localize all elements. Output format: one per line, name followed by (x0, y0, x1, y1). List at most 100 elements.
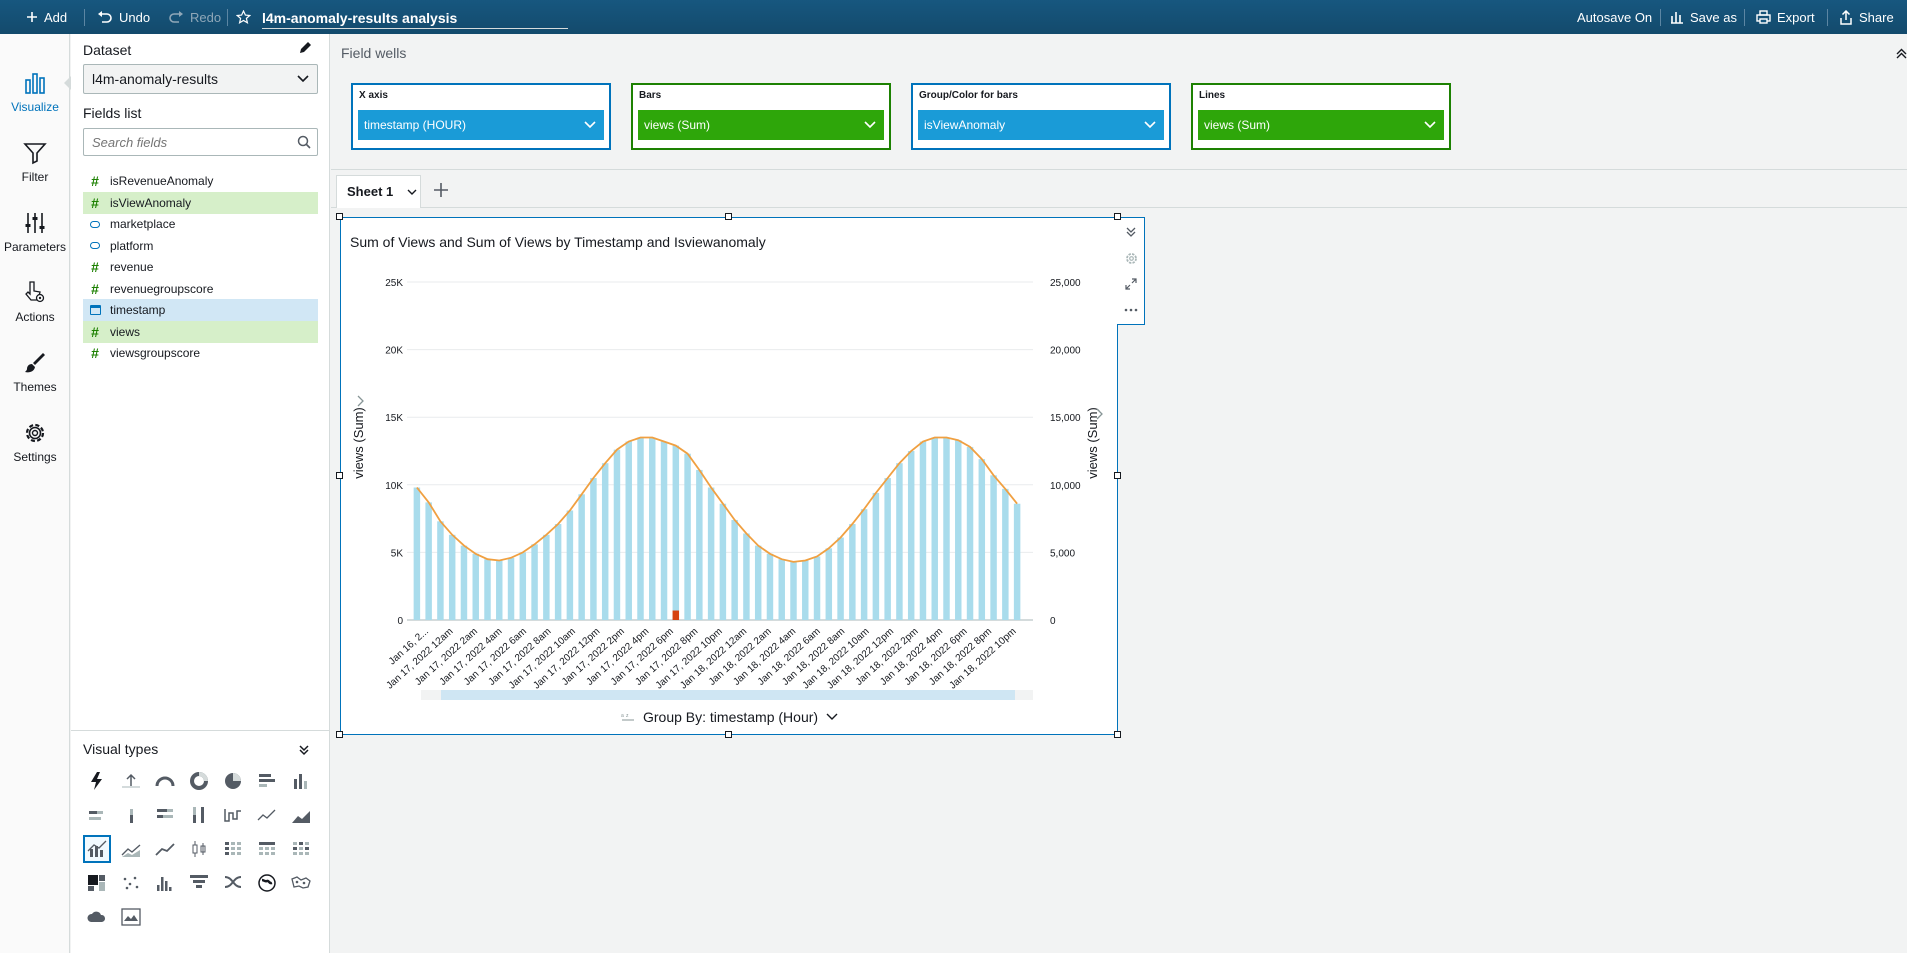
visual-type-waterfall[interactable] (219, 801, 247, 829)
field-well: Bars views (Sum) (631, 83, 891, 150)
collapse-visual-button[interactable] (1123, 224, 1139, 240)
visual-type-stacked-area[interactable] (151, 835, 179, 863)
visual-type-heat-map[interactable] (287, 835, 315, 863)
visual-type-sankey[interactable] (219, 869, 247, 897)
visual-type-pie[interactable] (219, 767, 247, 795)
field-well-pill[interactable]: views (Sum) (638, 110, 884, 140)
visual-type-line-area[interactable] (117, 835, 145, 863)
field-well-value: timestamp (HOUR) (364, 118, 467, 132)
visual-type-table[interactable] (253, 835, 281, 863)
nav-themes[interactable]: Themes (0, 334, 70, 394)
collapse-chevron-icon[interactable] (298, 744, 310, 756)
collapse-up-icon[interactable] (1896, 48, 1907, 59)
field-item[interactable]: # revenuegroupscore (83, 278, 318, 300)
visual-type-tree-map[interactable] (83, 869, 111, 897)
field-well-pill[interactable]: timestamp (HOUR) (358, 110, 604, 140)
resize-handle[interactable] (336, 731, 343, 738)
visual-type-histogram[interactable] (151, 869, 179, 897)
number-field-icon: # (91, 173, 99, 189)
visual-type-boxplot[interactable] (185, 835, 213, 863)
y-tick-label-left: 5K (391, 548, 404, 559)
visual-type-vertical-100-bar[interactable] (185, 801, 213, 829)
redo-button[interactable]: Redo (168, 0, 221, 34)
chart-bar (825, 548, 833, 620)
resize-handle[interactable] (336, 213, 343, 220)
analysis-name-input[interactable]: l4m-anomaly-results analysis (262, 7, 568, 29)
save-as-button[interactable]: Save as (1670, 0, 1737, 34)
field-item[interactable]: # isViewAnomaly (83, 191, 318, 214)
visual-type-funnel[interactable] (185, 869, 213, 897)
add-button[interactable]: Add (26, 0, 67, 34)
field-item[interactable]: # isRevenueAnomaly (83, 170, 318, 192)
field-label: timestamp (110, 303, 166, 317)
format-visual-button[interactable] (1123, 250, 1139, 266)
undo-button[interactable]: Undo (97, 0, 150, 34)
visual-type-horizontal-bar[interactable] (253, 767, 281, 795)
search-fields-input[interactable] (83, 128, 318, 156)
visual-type-donut[interactable] (185, 767, 213, 795)
group-by-control[interactable]: az Group By: timestamp (Hour) (621, 709, 838, 725)
visual-type-filled-map[interactable] (253, 869, 281, 897)
field-item[interactable]: # views (83, 320, 318, 343)
resize-handle[interactable] (725, 213, 732, 220)
pencil-icon[interactable] (298, 41, 312, 55)
visual-type-horizontal-100-bar[interactable] (151, 801, 179, 829)
field-well-pill[interactable]: views (Sum) (1198, 110, 1444, 140)
visual-type-autograph[interactable] (83, 767, 111, 795)
nav-settings[interactable]: Settings (0, 404, 70, 464)
chart-bar (566, 510, 574, 620)
resize-handle[interactable] (725, 731, 732, 738)
chart-bar (731, 519, 738, 620)
share-button[interactable]: Share (1839, 0, 1894, 34)
nav-filter[interactable]: Filter (0, 124, 70, 184)
nav-parameters[interactable]: Parameters (0, 194, 70, 254)
favorite-button[interactable] (236, 0, 251, 34)
search-icon (297, 135, 311, 149)
tab-sheet-1[interactable]: Sheet 1 (336, 175, 421, 208)
export-button[interactable]: Export (1756, 0, 1815, 34)
visual-type-vertical-stacked-bar[interactable] (117, 801, 145, 829)
nav-actions[interactable]: Actions (0, 264, 70, 324)
chevron-down-icon (584, 121, 596, 129)
field-item[interactable]: marketplace (83, 213, 318, 235)
visual-type-horizontal-stacked-bar[interactable] (83, 801, 111, 829)
field-item[interactable]: # viewsgroupscore (83, 342, 318, 364)
visual-type-points-map[interactable] (287, 869, 315, 897)
visual-type-insight[interactable] (117, 903, 145, 931)
visual-type-area[interactable] (287, 801, 315, 829)
visual-menu (1117, 217, 1145, 325)
visual-type-kpi[interactable] (117, 767, 145, 795)
resize-handle[interactable] (336, 472, 343, 479)
field-item[interactable]: timestamp (83, 299, 318, 321)
y-tick-label-right: 5,000 (1050, 548, 1075, 559)
visual-type-word-cloud[interactable] (83, 903, 111, 931)
chart-bar (849, 524, 856, 620)
visual-type-pivot-table[interactable] (219, 835, 247, 863)
field-label: revenuegroupscore (110, 281, 214, 296)
heat-map-icon (293, 842, 309, 855)
visual-type-combo-bar-line[interactable] (83, 835, 111, 863)
svg-text:a: a (621, 713, 624, 719)
expand-visual-button[interactable] (1123, 276, 1139, 292)
nav-visualize[interactable]: Visualize (0, 54, 71, 114)
resize-handle[interactable] (1114, 213, 1121, 220)
redo-icon (169, 11, 183, 23)
dataset-select[interactable]: l4m-anomaly-results (83, 64, 318, 94)
add-sheet-icon[interactable] (430, 179, 452, 201)
field-label: platform (110, 238, 154, 253)
chevron-down-icon (864, 121, 876, 129)
field-item[interactable]: # revenue (83, 256, 318, 278)
visual-type-vertical-bar[interactable] (287, 767, 315, 795)
field-well-pill[interactable]: isViewAnomaly (918, 110, 1164, 140)
autosave-toggle[interactable]: Autosave On (1577, 0, 1652, 34)
resize-handle[interactable] (1114, 472, 1121, 479)
visual-card[interactable]: Sum of Views and Sum of Views by Timesta… (340, 217, 1118, 735)
chevron-down-icon[interactable] (407, 189, 417, 196)
field-item[interactable]: platform (83, 235, 318, 257)
visual-type-scatter[interactable] (117, 869, 145, 897)
resize-handle[interactable] (1114, 731, 1121, 738)
field-well-value: views (Sum) (1204, 118, 1271, 132)
visual-type-gauge[interactable] (151, 767, 179, 795)
more-options-button[interactable] (1123, 302, 1139, 318)
visual-type-line[interactable] (253, 801, 281, 829)
